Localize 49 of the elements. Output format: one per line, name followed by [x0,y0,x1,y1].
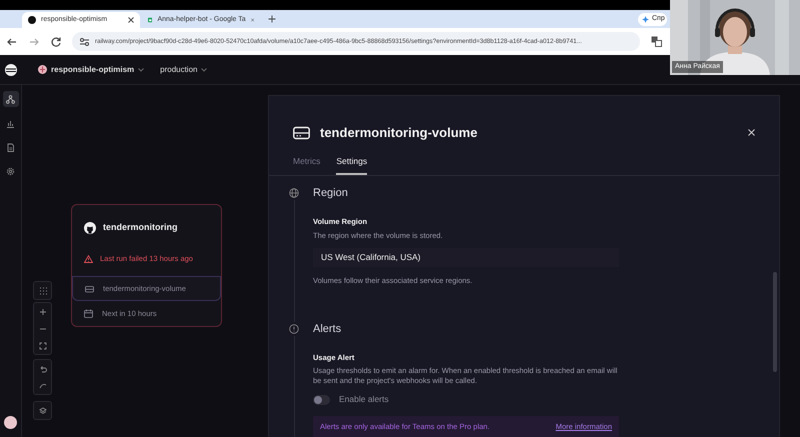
environment-selector[interactable]: production [152,64,216,76]
reload-button[interactable] [50,36,62,48]
github-icon [84,222,96,234]
project-avatar-icon [38,65,47,74]
sidebar-item[interactable] [2,91,18,107]
grid-icon [38,286,46,294]
plus-icon [38,308,46,316]
warning-icon [84,254,93,263]
section-heading: Alerts [313,322,342,336]
panel-tab[interactable]: Settings [336,154,368,176]
back-icon [6,36,18,48]
chevron-icon [138,68,144,72]
curve-icon [38,382,46,390]
fit-view-icon [38,342,46,350]
layers-icon [38,406,46,414]
drive-icon [293,126,310,140]
calendar-icon [84,309,93,318]
document-icon [6,142,15,152]
gear-icon [6,166,15,176]
sheet-icon [148,16,152,24]
panel-title: tendermonitoring-volume [320,124,478,142]
plus-icon [268,14,276,23]
chevron-icon [201,68,208,72]
panel-tab[interactable]: Metrics [293,154,320,176]
user-avatar[interactable] [4,416,17,429]
undo-icon [38,364,46,372]
region-field[interactable]: US West (California, USA) [313,248,619,267]
site-icon [28,16,36,24]
sparkle-icon [642,16,649,23]
nodes-icon [6,94,15,104]
globe-icon [289,188,299,198]
close-icon[interactable] [128,17,134,23]
reload-icon [50,36,62,48]
translate-button[interactable] [650,36,662,48]
close-icon [748,129,755,136]
toggle-switch[interactable] [313,394,330,405]
forward-icon [28,36,40,48]
app-logo-icon [5,64,17,76]
bar-chart-icon [6,118,15,128]
project-selector[interactable]: responsible-optimism [30,64,152,76]
site-settings-icon [80,38,89,46]
service-name: tendermonitoring [103,221,178,234]
translate-icon [650,36,662,47]
toggle-label: Enable alerts [339,393,389,406]
info-icon [289,324,299,334]
back-button[interactable] [6,36,18,48]
scrollbar[interactable] [773,272,777,372]
section-heading: Region [313,186,349,200]
drive-icon [85,284,94,293]
